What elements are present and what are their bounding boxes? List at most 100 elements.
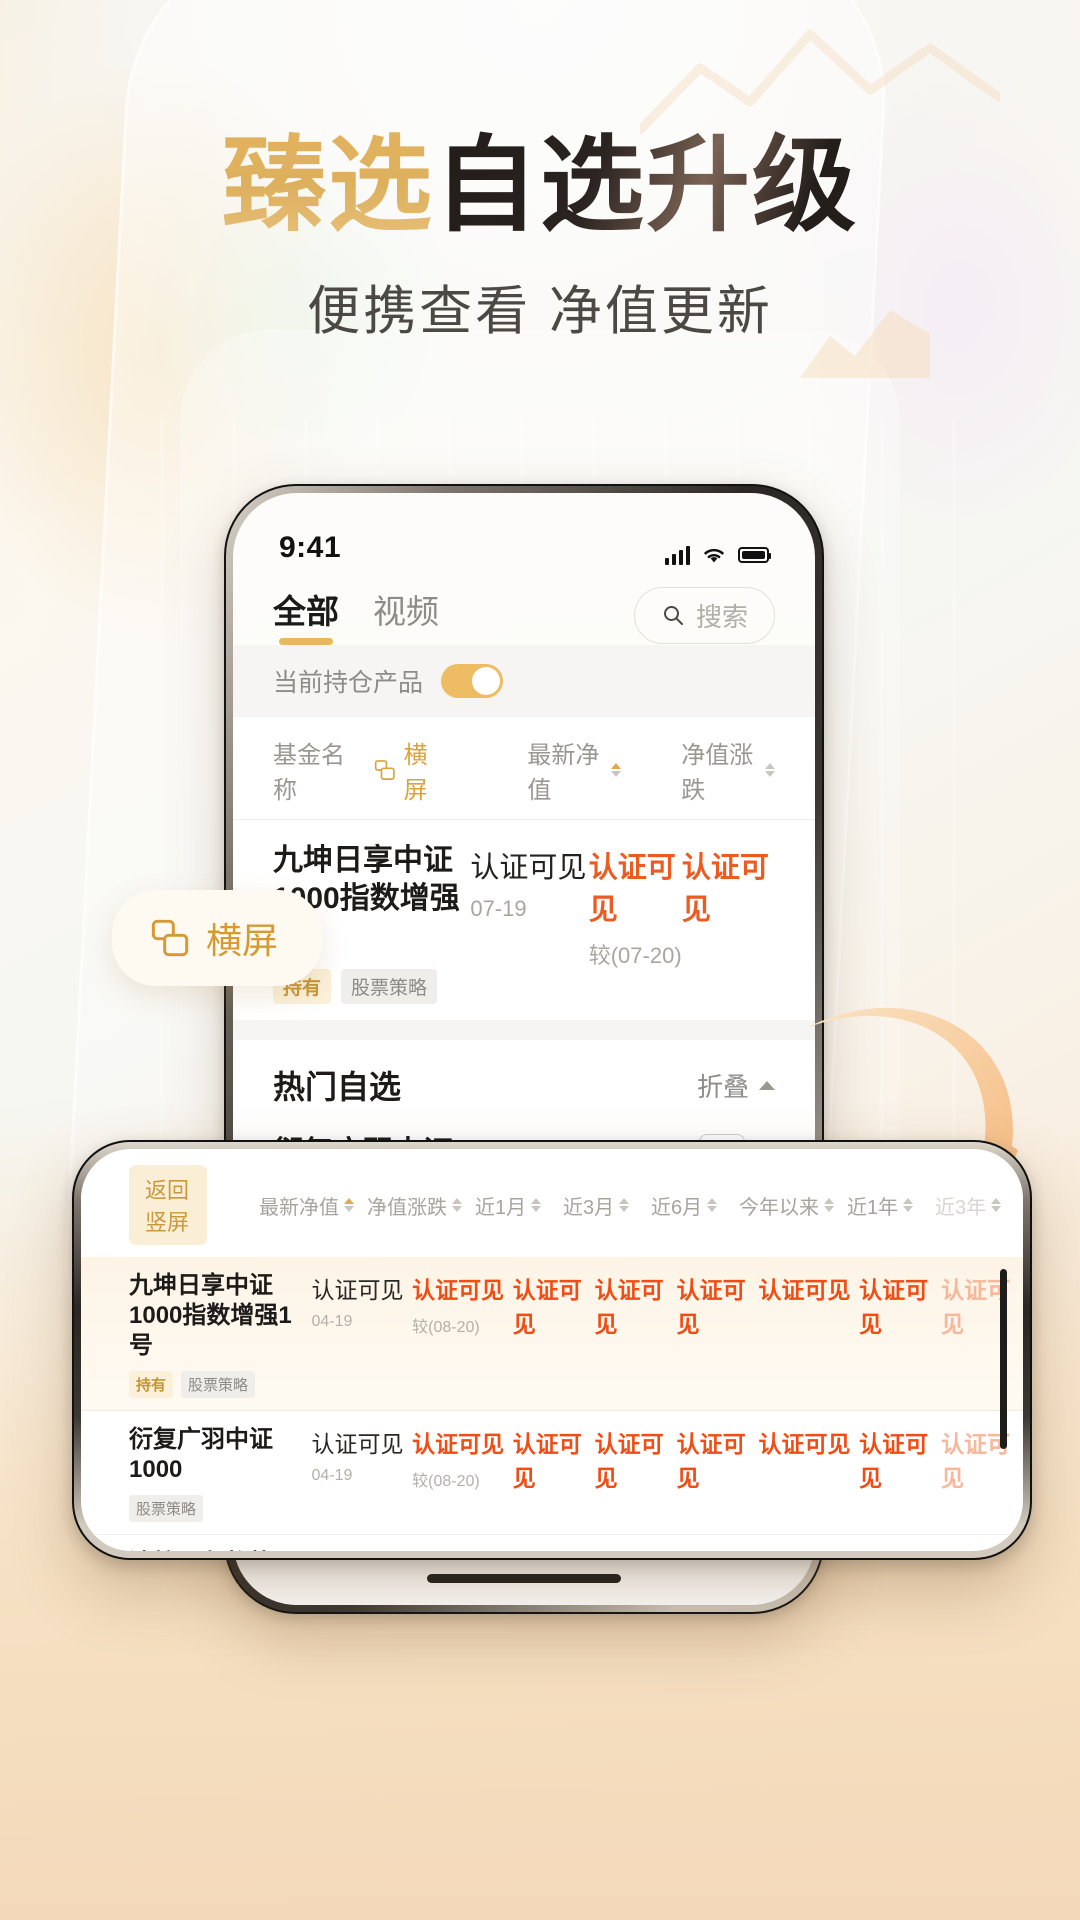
tab-video[interactable]: 视频 bbox=[373, 585, 439, 645]
tab-all[interactable]: 全部 bbox=[273, 585, 339, 645]
tag-strategy: 股票策略 bbox=[129, 1495, 204, 1522]
page-title: 臻选自选升级 bbox=[0, 131, 1080, 241]
col-6month[interactable]: 近6月 bbox=[651, 1191, 739, 1220]
latest-nav-date: 07-19 bbox=[470, 896, 527, 921]
page-title-dark: 自选升级 bbox=[434, 128, 859, 244]
metric-value: 认证可见 bbox=[941, 1431, 1011, 1491]
metric-value: 认证可见 bbox=[759, 1549, 860, 1551]
col-nav-change[interactable]: 净值涨跌 bbox=[367, 1191, 475, 1220]
metric-value: 认证可见 bbox=[513, 1549, 595, 1551]
metric-ytd-cell: 认证可见 bbox=[759, 1425, 860, 1459]
fund-name-cell: 波粒二象趋势1 持有 bbox=[129, 1549, 312, 1551]
tag-strategy: 股票策略 bbox=[181, 1371, 256, 1398]
top-tabs: 全部 视频 搜索 bbox=[233, 571, 815, 645]
metric-value: 认证可见 bbox=[594, 1431, 664, 1491]
col-latest-nav[interactable]: 最新净值 bbox=[259, 1191, 367, 1220]
metric-6month-cell: 认证可见 bbox=[677, 1549, 759, 1551]
landscape-rotate-icon bbox=[374, 760, 395, 780]
metric-value: 认证可见 bbox=[859, 1277, 929, 1337]
landscape-column-headers: 最新净值 净值涨跌 近1月 近3月 近6月 今年以来 近1年 近3年 bbox=[259, 1191, 1023, 1220]
latest-nav-cell: 认证可见 07-19 bbox=[470, 842, 588, 1004]
sort-icon bbox=[452, 1198, 462, 1212]
latest-nav-date: 04-19 bbox=[311, 1313, 353, 1330]
col-latest-nav[interactable]: 最新净值 bbox=[527, 735, 622, 805]
landscape-rotate-icon bbox=[151, 919, 189, 957]
fund-name-cell: 衍复广羽中证1000 股票策略 bbox=[129, 1425, 312, 1522]
metric-value: 认证可见 bbox=[595, 1549, 677, 1551]
sort-icon bbox=[619, 1198, 630, 1212]
col-ytd[interactable]: 今年以来 bbox=[739, 1191, 847, 1220]
sort-icon bbox=[824, 1198, 834, 1212]
wifi-icon bbox=[704, 548, 724, 563]
chevron-up-icon bbox=[759, 1080, 775, 1090]
nav-change-value: 认证可见 bbox=[412, 1431, 505, 1457]
tag-holding: 持有 bbox=[129, 1371, 174, 1398]
table-row[interactable]: 九坤日享中证1000指数增强1号 持有 股票策略 认证可见 07-19 认证可见… bbox=[233, 820, 815, 1021]
search-placeholder: 搜索 bbox=[695, 601, 748, 632]
metric-value: 认证可见 bbox=[594, 1277, 664, 1337]
metric-value: 认证可见 bbox=[677, 1549, 759, 1551]
table-row[interactable]: 波粒二象趋势1 持有 认证可见 04-19 认证可见 较(08-20) 认证可见… bbox=[81, 1535, 1023, 1551]
horizontal-scrollbar[interactable] bbox=[1000, 1269, 1007, 1449]
latest-nav-value: 认证可见 bbox=[312, 1549, 413, 1551]
fund-name-cell: 九坤日享中证1000指数增强1号 持有 股票策略 bbox=[129, 1271, 312, 1398]
col-nav-change[interactable]: 净值涨跌 bbox=[681, 735, 776, 805]
col-3month[interactable]: 近3月 bbox=[563, 1191, 651, 1220]
search-input[interactable]: 搜索 bbox=[633, 586, 775, 644]
latest-nav-cell: 认证可见 04-19 bbox=[312, 1425, 413, 1485]
latest-nav-cell: 认证可见 04-19 bbox=[312, 1271, 413, 1331]
sort-icon bbox=[707, 1198, 718, 1212]
fold-button[interactable]: 折叠 bbox=[697, 1067, 775, 1104]
metric-3year-cell: 认证可见 bbox=[941, 1271, 1023, 1339]
col-3year[interactable]: 近3年 bbox=[935, 1191, 1023, 1220]
latest-nav-value: 认证可见 bbox=[470, 852, 587, 884]
status-bar-icons bbox=[665, 545, 771, 565]
extra-metric-cell: 认证可见 bbox=[682, 842, 775, 1004]
metric-1month-cell: 认证可见 bbox=[513, 1425, 595, 1493]
fund-table-header: 基金名称 横屏 最新净值 净值涨跌 bbox=[233, 717, 815, 820]
metric-3year-cell: 认证可见 bbox=[941, 1425, 1023, 1493]
landscape-phone-screen: 返回竖屏 最新净值 净值涨跌 近1月 近3月 近6月 今年以来 近1年 近3年 … bbox=[81, 1149, 1023, 1551]
table-row[interactable]: 九坤日享中证1000指数增强1号 持有 股票策略 认证可见 04-19 认证可见… bbox=[81, 1257, 1023, 1411]
metric-3month-cell: 认证可见 bbox=[595, 1549, 677, 1551]
col-1month[interactable]: 近1月 bbox=[475, 1191, 563, 1220]
sort-icon bbox=[611, 763, 622, 777]
sort-icon bbox=[765, 763, 776, 777]
fund-name: 波粒二象趋势1 bbox=[129, 1549, 312, 1551]
metric-ytd-cell: 认证可见 bbox=[759, 1549, 860, 1551]
sort-icon bbox=[531, 1198, 542, 1212]
landscape-table-header: 返回竖屏 最新净值 净值涨跌 近1月 近3月 近6月 今年以来 近1年 近3年 bbox=[81, 1149, 1023, 1257]
metric-value: 认证可见 bbox=[676, 1277, 746, 1337]
metric-3month-cell: 认证可见 bbox=[595, 1271, 677, 1339]
latest-nav-cell: 认证可见 04-19 bbox=[312, 1549, 413, 1551]
metric-value: 认证可见 bbox=[859, 1431, 929, 1491]
hot-section-title: 热门自选 bbox=[273, 1062, 402, 1111]
page-subtitle: 便携查看 净值更新 bbox=[307, 282, 773, 342]
landscape-callout-badge[interactable]: 横屏 bbox=[112, 890, 323, 986]
metric-1year-cell: 认证可见 bbox=[859, 1425, 941, 1493]
nav-change-value: 认证可见 bbox=[588, 852, 676, 926]
metric-value: 认证可见 bbox=[512, 1431, 582, 1491]
sort-icon bbox=[991, 1198, 1002, 1212]
nav-change-cell: 认证可见 较(07-20) bbox=[589, 842, 682, 1004]
home-indicator bbox=[427, 1574, 621, 1583]
extra-metric-value: 认证可见 bbox=[681, 852, 769, 926]
col-1year[interactable]: 近1年 bbox=[847, 1191, 935, 1220]
latest-nav-value: 认证可见 bbox=[311, 1431, 404, 1457]
metric-value: 认证可见 bbox=[758, 1277, 851, 1303]
metric-1year-cell: 认证可见 bbox=[859, 1271, 941, 1339]
nav-change-sub: 较(08-20) bbox=[412, 1473, 480, 1490]
holdings-filter-label: 当前持仓产品 bbox=[273, 669, 424, 697]
hero-headline-block: 臻选自选升级 便携查看 净值更新 bbox=[0, 131, 1080, 345]
table-row[interactable]: 衍复广羽中证1000 股票策略 认证可见 04-19 认证可见 较(08-20)… bbox=[81, 1411, 1023, 1535]
hot-section-header: 热门自选 折叠 bbox=[233, 1040, 815, 1121]
metric-6month-cell: 认证可见 bbox=[677, 1271, 759, 1339]
metric-value: 认证可见 bbox=[941, 1277, 1011, 1337]
holdings-filter-toggle[interactable] bbox=[441, 664, 504, 698]
back-to-portrait-button[interactable]: 返回竖屏 bbox=[129, 1165, 207, 1245]
status-bar: 9:41 bbox=[233, 493, 815, 571]
tag-strategy: 股票策略 bbox=[341, 969, 438, 1005]
metric-value: 认证可见 bbox=[512, 1277, 582, 1337]
landscape-mode-button[interactable]: 横屏 bbox=[374, 735, 443, 805]
nav-change-value: 认证可见 bbox=[412, 1549, 513, 1551]
